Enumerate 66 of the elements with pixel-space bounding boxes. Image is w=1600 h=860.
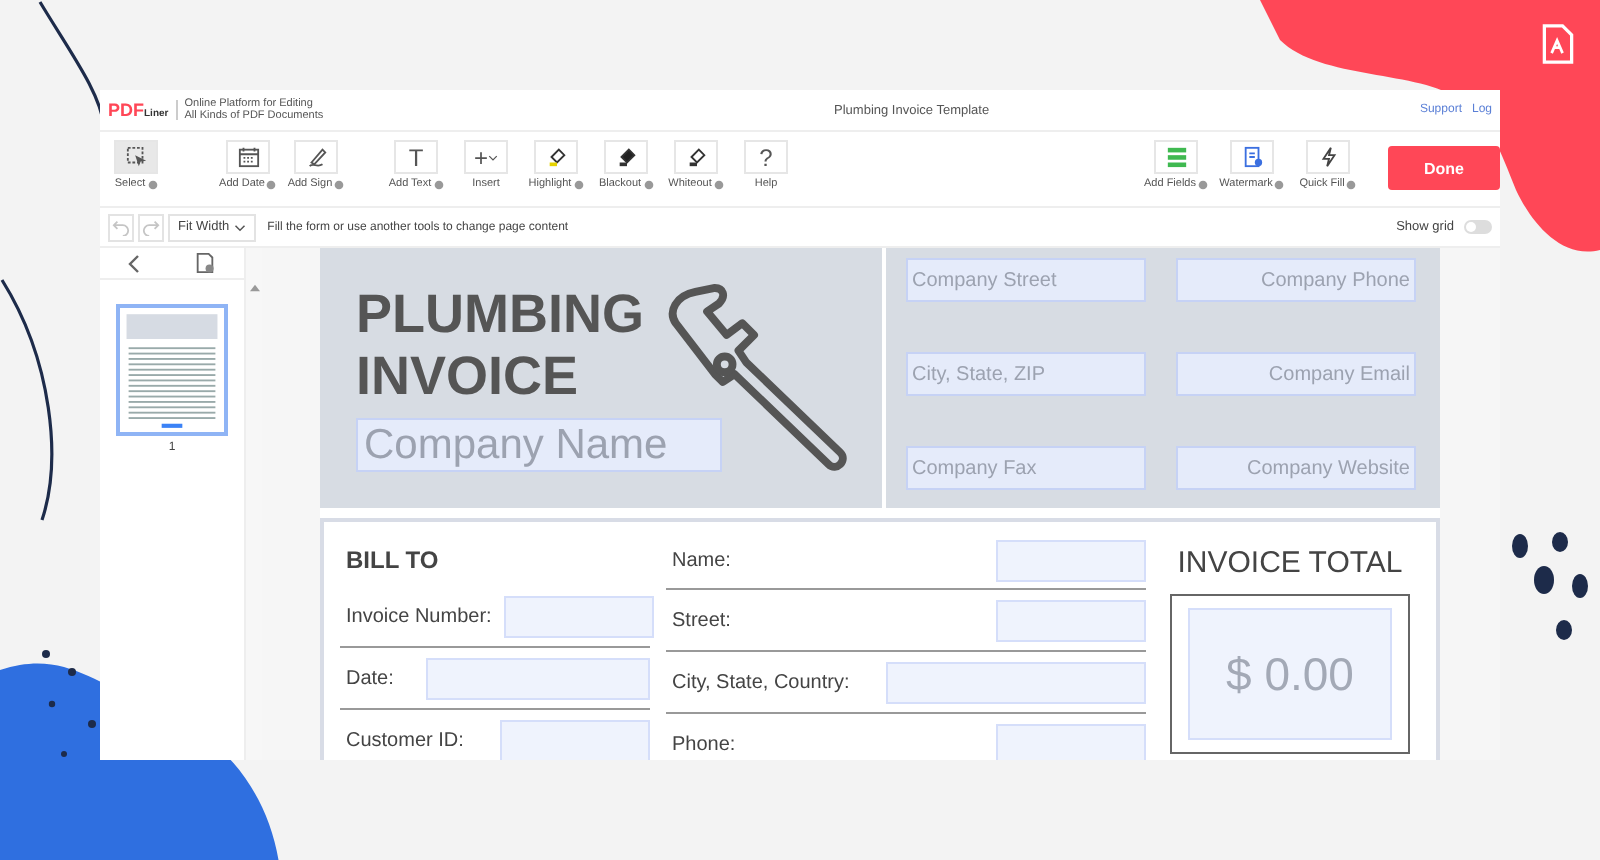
- page-settings-icon[interactable]: [194, 252, 217, 274]
- list-icon: [1165, 146, 1187, 168]
- info-icon[interactable]: [713, 179, 724, 189]
- tool-button[interactable]: [674, 140, 718, 174]
- info-icon[interactable]: [147, 179, 158, 189]
- text-field[interactable]: [996, 540, 1146, 582]
- tool-button[interactable]: +: [464, 140, 508, 174]
- text-field[interactable]: [503, 595, 654, 637]
- text-field[interactable]: [426, 657, 650, 699]
- field-label: Phone:: [672, 733, 736, 755]
- section-heading: BILL TO: [344, 544, 441, 578]
- company-info-field[interactable]: City, State, ZIP: [906, 352, 1146, 396]
- info-icon[interactable]: [266, 179, 277, 189]
- dots-decoration: [1512, 532, 1588, 642]
- company-info-field[interactable]: Company Website: [1176, 446, 1416, 490]
- tool-button[interactable]: ?: [744, 140, 788, 174]
- company-info-field[interactable]: Company Fax: [906, 446, 1146, 490]
- tool-button[interactable]: [226, 140, 270, 174]
- back-icon[interactable]: [127, 253, 140, 273]
- field-label: Invoice Number:: [346, 605, 492, 627]
- text-field[interactable]: [886, 661, 1146, 703]
- total-field[interactable]: $ 0.00: [1188, 608, 1392, 740]
- info-icon[interactable]: [573, 179, 584, 189]
- company-info-field[interactable]: Company Street: [906, 258, 1146, 302]
- tool-button[interactable]: [534, 140, 578, 174]
- info-icon[interactable]: [643, 179, 654, 189]
- tool-button[interactable]: [604, 140, 648, 174]
- info-icon[interactable]: [334, 179, 345, 189]
- tool-button[interactable]: [1306, 140, 1350, 174]
- tool-button[interactable]: T: [394, 140, 438, 174]
- tool-button[interactable]: [294, 140, 338, 174]
- company-info-field[interactable]: Company Phone: [1176, 258, 1416, 302]
- lightning-icon: [1317, 146, 1339, 168]
- document-icon: [1241, 146, 1263, 168]
- redo-icon: [142, 218, 160, 236]
- eraser-icon: [685, 146, 707, 168]
- company-info-field[interactable]: Company Email: [1176, 352, 1416, 396]
- invoice-total-label: INVOICE TOTAL: [1177, 546, 1403, 580]
- cursor-icon: [125, 146, 147, 168]
- text-field[interactable]: [500, 719, 650, 760]
- marker-icon: [545, 146, 567, 168]
- info-icon[interactable]: [1346, 179, 1357, 189]
- pen-icon: [305, 146, 327, 168]
- marker-icon: [615, 146, 637, 168]
- field-label: City, State, Country:: [672, 671, 850, 693]
- field-label: Name:: [672, 550, 731, 572]
- info-icon[interactable]: [433, 179, 444, 189]
- document-icon: [1542, 24, 1574, 64]
- scroll-up-icon[interactable]: [249, 284, 259, 292]
- show-grid-toggle[interactable]: [1464, 220, 1492, 234]
- invoice-title: PLUMBING INVOICE: [356, 284, 644, 408]
- caret-icon: [233, 223, 246, 231]
- text-field[interactable]: [996, 723, 1146, 760]
- info-icon[interactable]: [1198, 179, 1208, 189]
- dots-decoration: [42, 650, 96, 758]
- field-label: Date:: [346, 667, 394, 689]
- field-label: Customer ID:: [346, 729, 464, 751]
- info-icon[interactable]: [1274, 179, 1285, 189]
- tool-button[interactable]: [114, 140, 158, 174]
- page-thumbnail[interactable]: [116, 304, 228, 436]
- calendar-icon: [237, 146, 259, 168]
- wrench-icon: [664, 284, 852, 476]
- field-label: Street:: [672, 609, 731, 631]
- undo-icon: [112, 218, 130, 236]
- text-field[interactable]: [996, 599, 1146, 641]
- company-name-field[interactable]: Company Name: [356, 418, 722, 472]
